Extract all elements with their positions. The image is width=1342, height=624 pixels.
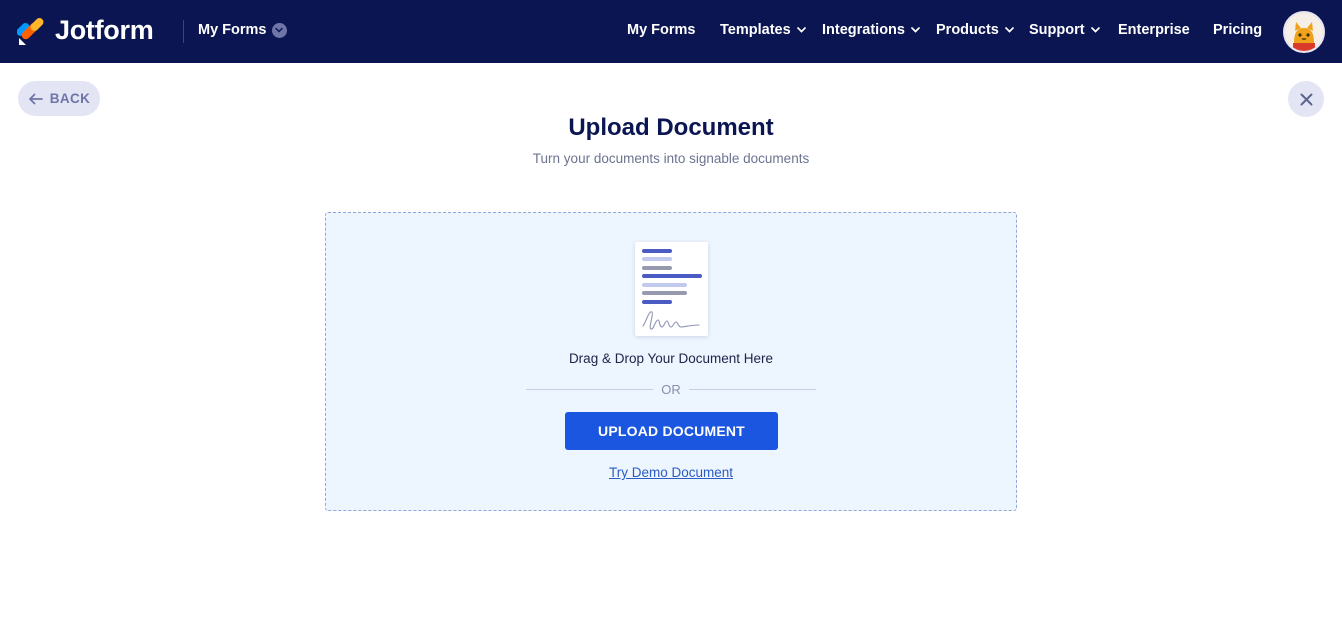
page-subtitle: Turn your documents into signable docume… xyxy=(532,151,810,166)
nav-products[interactable]: Products xyxy=(936,22,1014,38)
back-button[interactable]: BACK xyxy=(18,81,100,116)
or-separator: OR xyxy=(526,382,816,398)
nav-products-label: Products xyxy=(936,22,999,38)
chevron-down-icon xyxy=(1090,27,1100,33)
avatar-cat-icon xyxy=(1285,13,1323,51)
nav-integrations-label: Integrations xyxy=(822,22,905,38)
nav-pricing[interactable]: Pricing xyxy=(1213,22,1262,38)
nav-integrations[interactable]: Integrations xyxy=(822,22,920,38)
chevron-down-icon xyxy=(796,27,806,33)
arrow-left-icon xyxy=(28,93,43,104)
brand-name: Jotform xyxy=(55,15,154,45)
top-navigation-bar: Jotform My Forms My Forms Templates Inte… xyxy=(0,0,1342,63)
or-label: OR xyxy=(661,382,681,397)
my-forms-dropdown-label: My Forms xyxy=(198,22,267,38)
dropzone-instruction: Drag & Drop Your Document Here xyxy=(568,351,774,366)
page-title: Upload Document xyxy=(568,114,774,141)
my-forms-dropdown[interactable]: My Forms xyxy=(198,22,287,38)
close-icon xyxy=(1300,93,1312,105)
try-demo-document-link[interactable]: Try Demo Document xyxy=(326,465,1016,480)
close-button[interactable] xyxy=(1288,81,1324,117)
chevron-down-icon xyxy=(1004,27,1014,33)
chevron-down-icon xyxy=(271,22,287,38)
back-button-label: BACK xyxy=(49,91,91,106)
document-dropzone[interactable]: Drag & Drop Your Document Here OR UPLOAD… xyxy=(325,212,1017,511)
nav-templates-label: Templates xyxy=(720,22,791,38)
signed-document-icon xyxy=(635,242,708,336)
nav-support[interactable]: Support xyxy=(1029,22,1100,38)
nav-enterprise[interactable]: Enterprise xyxy=(1118,22,1190,38)
nav-templates[interactable]: Templates xyxy=(720,22,806,38)
jotform-logo-icon xyxy=(17,17,44,45)
nav-my-forms-label: My Forms xyxy=(627,22,696,38)
nav-enterprise-label: Enterprise xyxy=(1118,22,1190,38)
chevron-down-icon xyxy=(911,27,920,33)
upload-document-button[interactable]: UPLOAD DOCUMENT xyxy=(565,412,778,450)
nav-support-label: Support xyxy=(1029,22,1085,38)
nav-pricing-label: Pricing xyxy=(1213,22,1263,38)
header-divider xyxy=(183,20,184,43)
user-avatar[interactable] xyxy=(1283,11,1325,53)
jotform-logo[interactable]: Jotform xyxy=(17,15,154,46)
nav-my-forms[interactable]: My Forms xyxy=(627,22,696,38)
